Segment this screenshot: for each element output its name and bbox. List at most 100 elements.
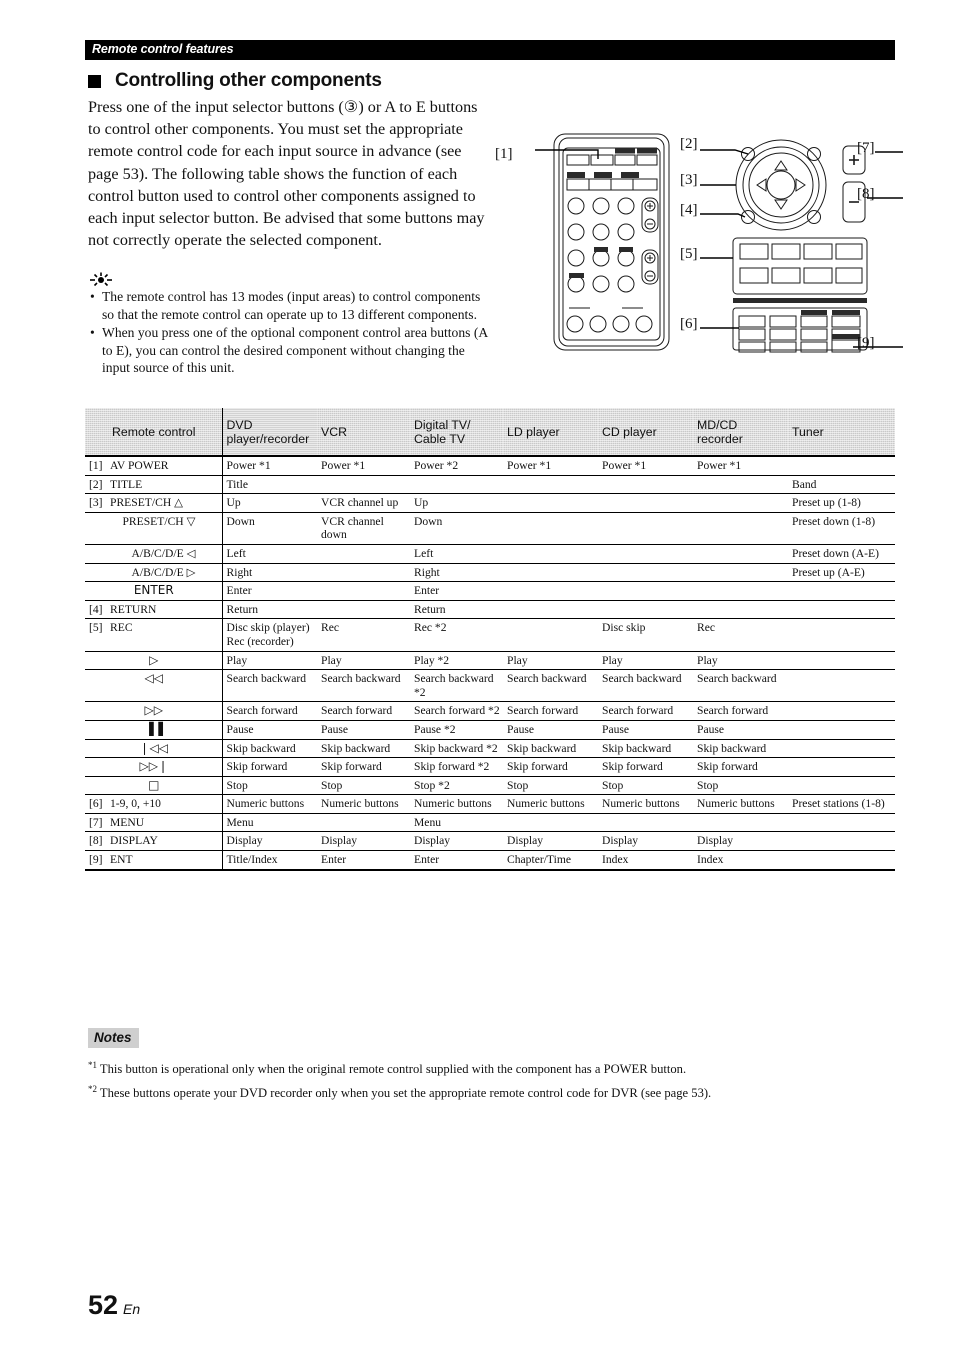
col-digital-tv: Digital TV/ Cable TV <box>410 408 503 456</box>
table-cell: Rec <box>317 618 410 652</box>
table-cell: Play <box>317 650 410 670</box>
table-cell <box>693 581 788 601</box>
table-cell: Skip forward <box>503 757 598 777</box>
row-label-cell: [4] RETURN <box>85 599 222 619</box>
row-label: ENT <box>110 853 133 867</box>
callout-6: [6] <box>680 316 698 332</box>
row-label: PRESET/CH △ <box>110 496 184 510</box>
table-cell: Numeric buttons <box>503 794 598 814</box>
table-cell: Index <box>693 850 788 871</box>
table-cell: Title <box>221 474 317 494</box>
row-label-cell: ▷▷❘ <box>85 757 222 777</box>
row-label: 1-9, 0, +10 <box>110 797 161 811</box>
table-cell <box>317 562 410 582</box>
table-cell <box>693 562 788 582</box>
table-cell: Power *1 <box>503 454 598 476</box>
table-row: A/B/C/D/E ▷ Right Right Preset up (A-E) <box>85 562 895 582</box>
row-label-cell: ◁◁ <box>85 669 222 702</box>
row-index: [9] <box>89 853 103 867</box>
page-folio: 52 En <box>88 1290 140 1321</box>
table-cell: Return <box>410 599 503 619</box>
table-cell <box>788 812 895 832</box>
page-title: Controlling other components <box>115 70 382 91</box>
table-cell: Stop <box>317 775 410 795</box>
table-cell <box>503 474 598 494</box>
table-cell <box>788 581 895 601</box>
running-head-bar: Remote control features <box>85 40 895 60</box>
table-cell: Play <box>693 650 788 670</box>
table-cell <box>503 543 598 564</box>
row-label: A/B/C/D/E ▷ <box>131 565 196 579</box>
table-row: PRESET/CH ▽ Down VCR channel down Down Prese… <box>85 511 895 545</box>
table-cell: Display <box>410 831 503 851</box>
table-cell: Search forward <box>598 701 693 721</box>
manual-page: Remote control features Controlling othe… <box>0 0 954 1348</box>
callout-9: [9] <box>857 335 875 351</box>
row-label-cell: [3] PRESET/CH △ <box>85 493 222 513</box>
table-cell: Numeric buttons <box>598 794 693 814</box>
note-item: *2 These buttons operate your DVD record… <box>88 1079 898 1103</box>
table-cell: Skip backward <box>693 738 788 758</box>
tip-icon <box>88 272 118 288</box>
table-cell <box>693 511 788 545</box>
table-cell: Skip forward *2 <box>410 757 503 777</box>
callout-8: [8] <box>857 186 875 202</box>
table-cell: Right <box>410 562 503 582</box>
row-label-cell: [8] DISPLAY <box>85 831 222 851</box>
table-cell: Menu <box>221 812 317 832</box>
display-button <box>807 210 821 224</box>
row-label: ▷▷❘ <box>139 759 168 774</box>
note-text: This button is operational only when the… <box>99 1062 687 1077</box>
table-cell: Skip forward <box>693 757 788 777</box>
section-heading: Controlling other components <box>88 70 508 92</box>
table-cell <box>503 511 598 545</box>
table-cell: Stop <box>598 775 693 795</box>
table-cell: Display <box>598 831 693 851</box>
row-label-cell: ▐▐ <box>85 719 222 739</box>
row-label: AV POWER <box>110 459 169 472</box>
table-cell <box>503 599 598 619</box>
table-row: [1] AV POWER Power *1 Power *1 Power *2 Power… <box>85 454 895 476</box>
table-row: ▷▷ Search forward Search forward Search for… <box>85 701 895 721</box>
table-cell: Down <box>221 511 317 545</box>
row-index: [4] <box>89 602 103 616</box>
page-number: 52 <box>88 1290 119 1320</box>
table-cell: Search forward *2 <box>410 701 503 721</box>
row-label-cell: [6] 1-9, 0, +10 <box>85 794 222 814</box>
intro-paragraph: Press one of the input selector buttons … <box>88 98 485 250</box>
table-cell: Search backward <box>503 669 598 702</box>
row-label-cell: □ <box>85 775 222 795</box>
table-cell: Search forward <box>317 701 410 721</box>
table-cell <box>317 599 410 619</box>
table-cell: Play <box>598 650 693 670</box>
table-cell: Up <box>410 493 503 513</box>
table-cell <box>503 562 598 582</box>
table-cell: Power *1 <box>598 454 693 476</box>
table-row: ▐▐ Pause Pause Pause *2 Pause Pause Pause <box>85 719 895 739</box>
table-row: [6] 1-9, 0, +10 Numeric buttons Numeric but… <box>85 794 895 814</box>
row-index: [5] <box>89 621 103 635</box>
table-cell: Pause <box>503 719 598 739</box>
list-item: The remote control has 13 modes (input a… <box>90 288 490 323</box>
table-cell: Skip forward <box>317 757 410 777</box>
table-row: ENTER Enter Enter <box>85 581 895 601</box>
table-cell: Pause <box>221 719 317 739</box>
table-cell: Play <box>503 650 598 670</box>
tips-list: The remote control has 13 modes (input a… <box>90 288 490 378</box>
table-cell <box>693 543 788 564</box>
table-cell: Numeric buttons <box>317 794 410 814</box>
table-cell <box>317 474 410 494</box>
table-cell <box>598 511 693 545</box>
table-cell: Search backward <box>598 669 693 702</box>
table-cell: Left <box>410 543 503 564</box>
table-row: ▷▷❘ Skip forward Skip forward Skip forward … <box>85 757 895 777</box>
table-cell: VCR channel down <box>317 511 410 545</box>
table-cell: Search backward <box>221 669 317 702</box>
table-cell: Power *1 <box>221 454 317 476</box>
table-cell: Pause <box>693 719 788 739</box>
table-cell: Search backward *2 <box>410 669 503 702</box>
note-item: *1 This button is operational only when … <box>88 1055 898 1079</box>
table-cell <box>598 474 693 494</box>
callout-5: [5] <box>680 246 698 262</box>
table-cell <box>788 701 895 721</box>
